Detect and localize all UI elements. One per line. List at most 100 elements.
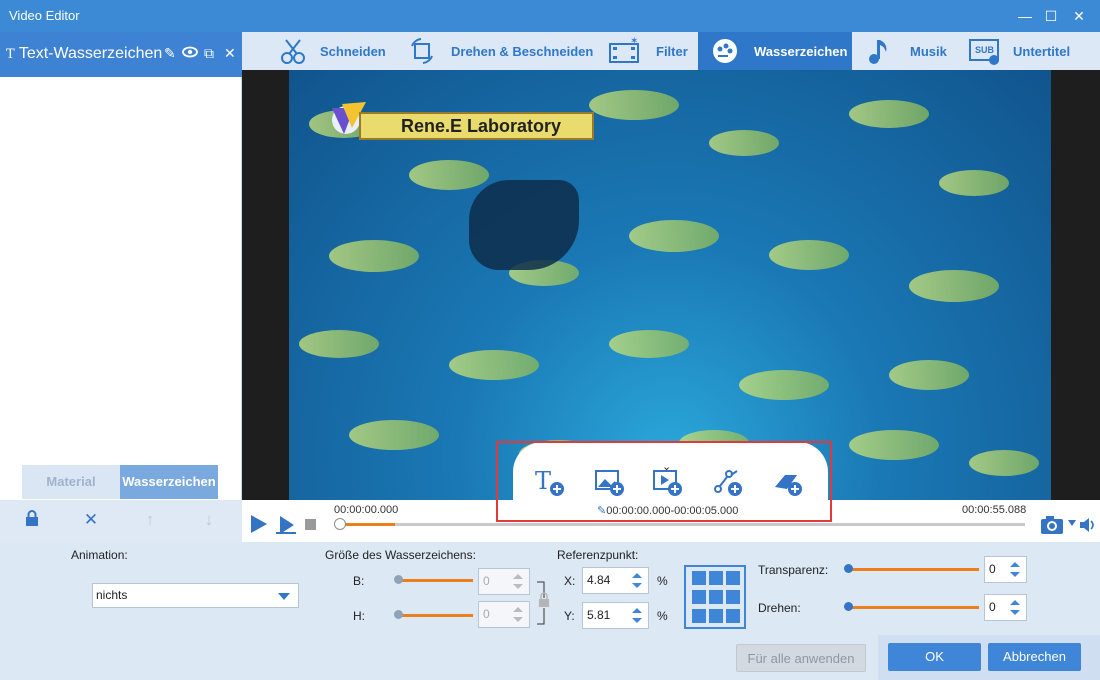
ref-point-top-right[interactable] [726, 571, 740, 585]
height-input[interactable]: 0 [478, 601, 530, 628]
ref-point-top-center[interactable] [709, 571, 723, 585]
rotate-value: 0 [989, 600, 996, 614]
text-type-icon: T [6, 47, 15, 62]
tab-material[interactable]: Material [22, 465, 120, 499]
y-input[interactable]: 5.81 [582, 602, 649, 629]
video-preview-area: Rene.E Laboratory [242, 70, 1100, 500]
width-slider[interactable] [394, 575, 473, 584]
tab-rotate-crop-label: Drehen & Beschneiden [451, 44, 594, 59]
volume-icon[interactable] [1078, 515, 1098, 535]
text-watermark-name: Text-Wasserzeichen [18, 45, 163, 62]
tab-subtitle[interactable]: SUB Untertitel [962, 32, 1092, 70]
ref-point-middle-right[interactable] [726, 590, 740, 604]
ref-point-center[interactable] [709, 590, 723, 604]
left-panel-tabs: Material Wasserzeichen [22, 465, 218, 499]
play-segment-icon[interactable] [275, 513, 299, 535]
rotate-label: Drehen: [758, 601, 801, 615]
minimize-button[interactable]: — [1014, 6, 1036, 26]
tab-rotate-crop[interactable]: Drehen & Beschneiden [404, 32, 604, 70]
width-input[interactable]: 0 [478, 568, 530, 595]
window-title: Video Editor [9, 8, 80, 23]
highlight-frame [496, 441, 832, 522]
lock-icon[interactable] [22, 510, 42, 530]
width-label: B: [353, 574, 365, 588]
tab-watermark[interactable]: Wasserzeichen [120, 465, 218, 499]
tab-cut-label: Schneiden [320, 44, 386, 59]
timeline-track[interactable] [340, 523, 1025, 526]
tab-subtitle-label: Untertitel [1013, 44, 1071, 59]
height-slider[interactable] [394, 610, 473, 619]
ref-point-top-left[interactable] [692, 571, 706, 585]
music-note-icon [869, 40, 887, 64]
height-label: H: [353, 609, 365, 623]
watermark-list-panel: T Text-Wasserzeichen ✎ ⧉ ✕ Material Wass… [0, 32, 242, 542]
subtitle-icon: SUB [969, 39, 999, 65]
maximize-button[interactable]: ☐ [1040, 6, 1062, 26]
rotate-crop-icon [411, 38, 433, 64]
reference-point-grid[interactable] [684, 565, 746, 629]
move-up-icon[interactable]: ↑ [140, 510, 160, 530]
eye-icon[interactable] [182, 45, 198, 61]
transparency-input[interactable]: 0 [984, 556, 1027, 583]
ref-point-bottom-center[interactable] [709, 609, 723, 623]
aspect-lock-icon[interactable] [536, 580, 552, 626]
height-slider-handle[interactable] [394, 610, 403, 619]
tab-cut[interactable]: Schneiden [268, 32, 408, 70]
chevron-down-icon [278, 593, 290, 600]
apply-all-button[interactable]: Für alle anwenden [736, 644, 866, 672]
animation-label: Animation: [71, 548, 128, 562]
tab-filter[interactable]: ✶ Filter [602, 32, 698, 70]
rotate-input[interactable]: 0 [984, 594, 1027, 621]
height-value: 0 [483, 607, 490, 621]
svg-text:SUB: SUB [975, 45, 995, 55]
text-watermark-label: T Text-Wasserzeichen [6, 45, 162, 63]
close-button[interactable]: ✕ [1068, 6, 1090, 26]
x-unit: % [657, 574, 668, 588]
camera-icon[interactable] [1040, 514, 1066, 536]
remove-icon[interactable]: ✕ [81, 510, 101, 530]
tab-filter-label: Filter [656, 44, 688, 59]
x-value: 4.84 [587, 573, 611, 587]
x-label: X: [564, 574, 576, 588]
transparency-slider[interactable] [844, 564, 979, 573]
watermark-icon [713, 39, 737, 63]
stop-icon[interactable] [305, 519, 317, 531]
camera-dropdown-icon[interactable] [1068, 520, 1076, 526]
ok-button[interactable]: OK [888, 643, 981, 671]
cancel-button[interactable]: Abbrechen [988, 643, 1081, 671]
rotate-slider-handle[interactable] [844, 602, 853, 611]
move-down-icon[interactable]: ↓ [199, 510, 219, 530]
transparency-label: Transparenz: [758, 563, 829, 577]
reference-point-label: Referenzpunkt: [557, 548, 639, 562]
transparency-slider-handle[interactable] [844, 564, 853, 573]
rotate-slider[interactable] [844, 602, 979, 611]
total-duration: 00:00:55.088 [962, 504, 1027, 516]
timeline-playhead[interactable] [334, 518, 346, 530]
y-label: Y: [564, 609, 575, 623]
ref-point-bottom-left[interactable] [692, 609, 706, 623]
edit-icon[interactable]: ✎ [164, 45, 176, 62]
watermark-list-item[interactable]: T Text-Wasserzeichen ✎ ⧉ ✕ [0, 32, 242, 77]
y-value: 5.81 [587, 608, 611, 622]
watermark-list-toolbar: ✕ ↑ ↓ [0, 500, 242, 542]
animation-select[interactable]: nichts [92, 583, 299, 608]
scissors-icon [281, 39, 305, 64]
width-slider-handle[interactable] [394, 575, 403, 584]
tab-music[interactable]: Musik [862, 32, 962, 70]
ref-point-bottom-right[interactable] [726, 609, 740, 623]
ref-point-middle-left[interactable] [692, 590, 706, 604]
text-watermark-preview[interactable]: Rene.E Laboratory [359, 112, 594, 140]
width-value: 0 [483, 574, 490, 588]
animation-select-value: nichts [96, 588, 128, 602]
duplicate-icon[interactable]: ⧉ [204, 45, 214, 62]
video-frame[interactable]: Rene.E Laboratory [289, 70, 1051, 500]
watermark-settings: Animation: nichts Größe des Wasserzeiche… [0, 542, 1100, 680]
delete-icon[interactable]: ✕ [224, 45, 236, 62]
title-bar: Video Editor — ☐ ✕ [0, 0, 1100, 32]
x-input[interactable]: 4.84 [582, 567, 649, 594]
y-unit: % [657, 609, 668, 623]
play-icon[interactable] [248, 513, 270, 535]
dialog-buttons: OK Abbrechen [878, 635, 1100, 680]
tab-watermark-main[interactable]: Wasserzeichen [698, 32, 852, 70]
tab-music-label: Musik [910, 44, 947, 59]
